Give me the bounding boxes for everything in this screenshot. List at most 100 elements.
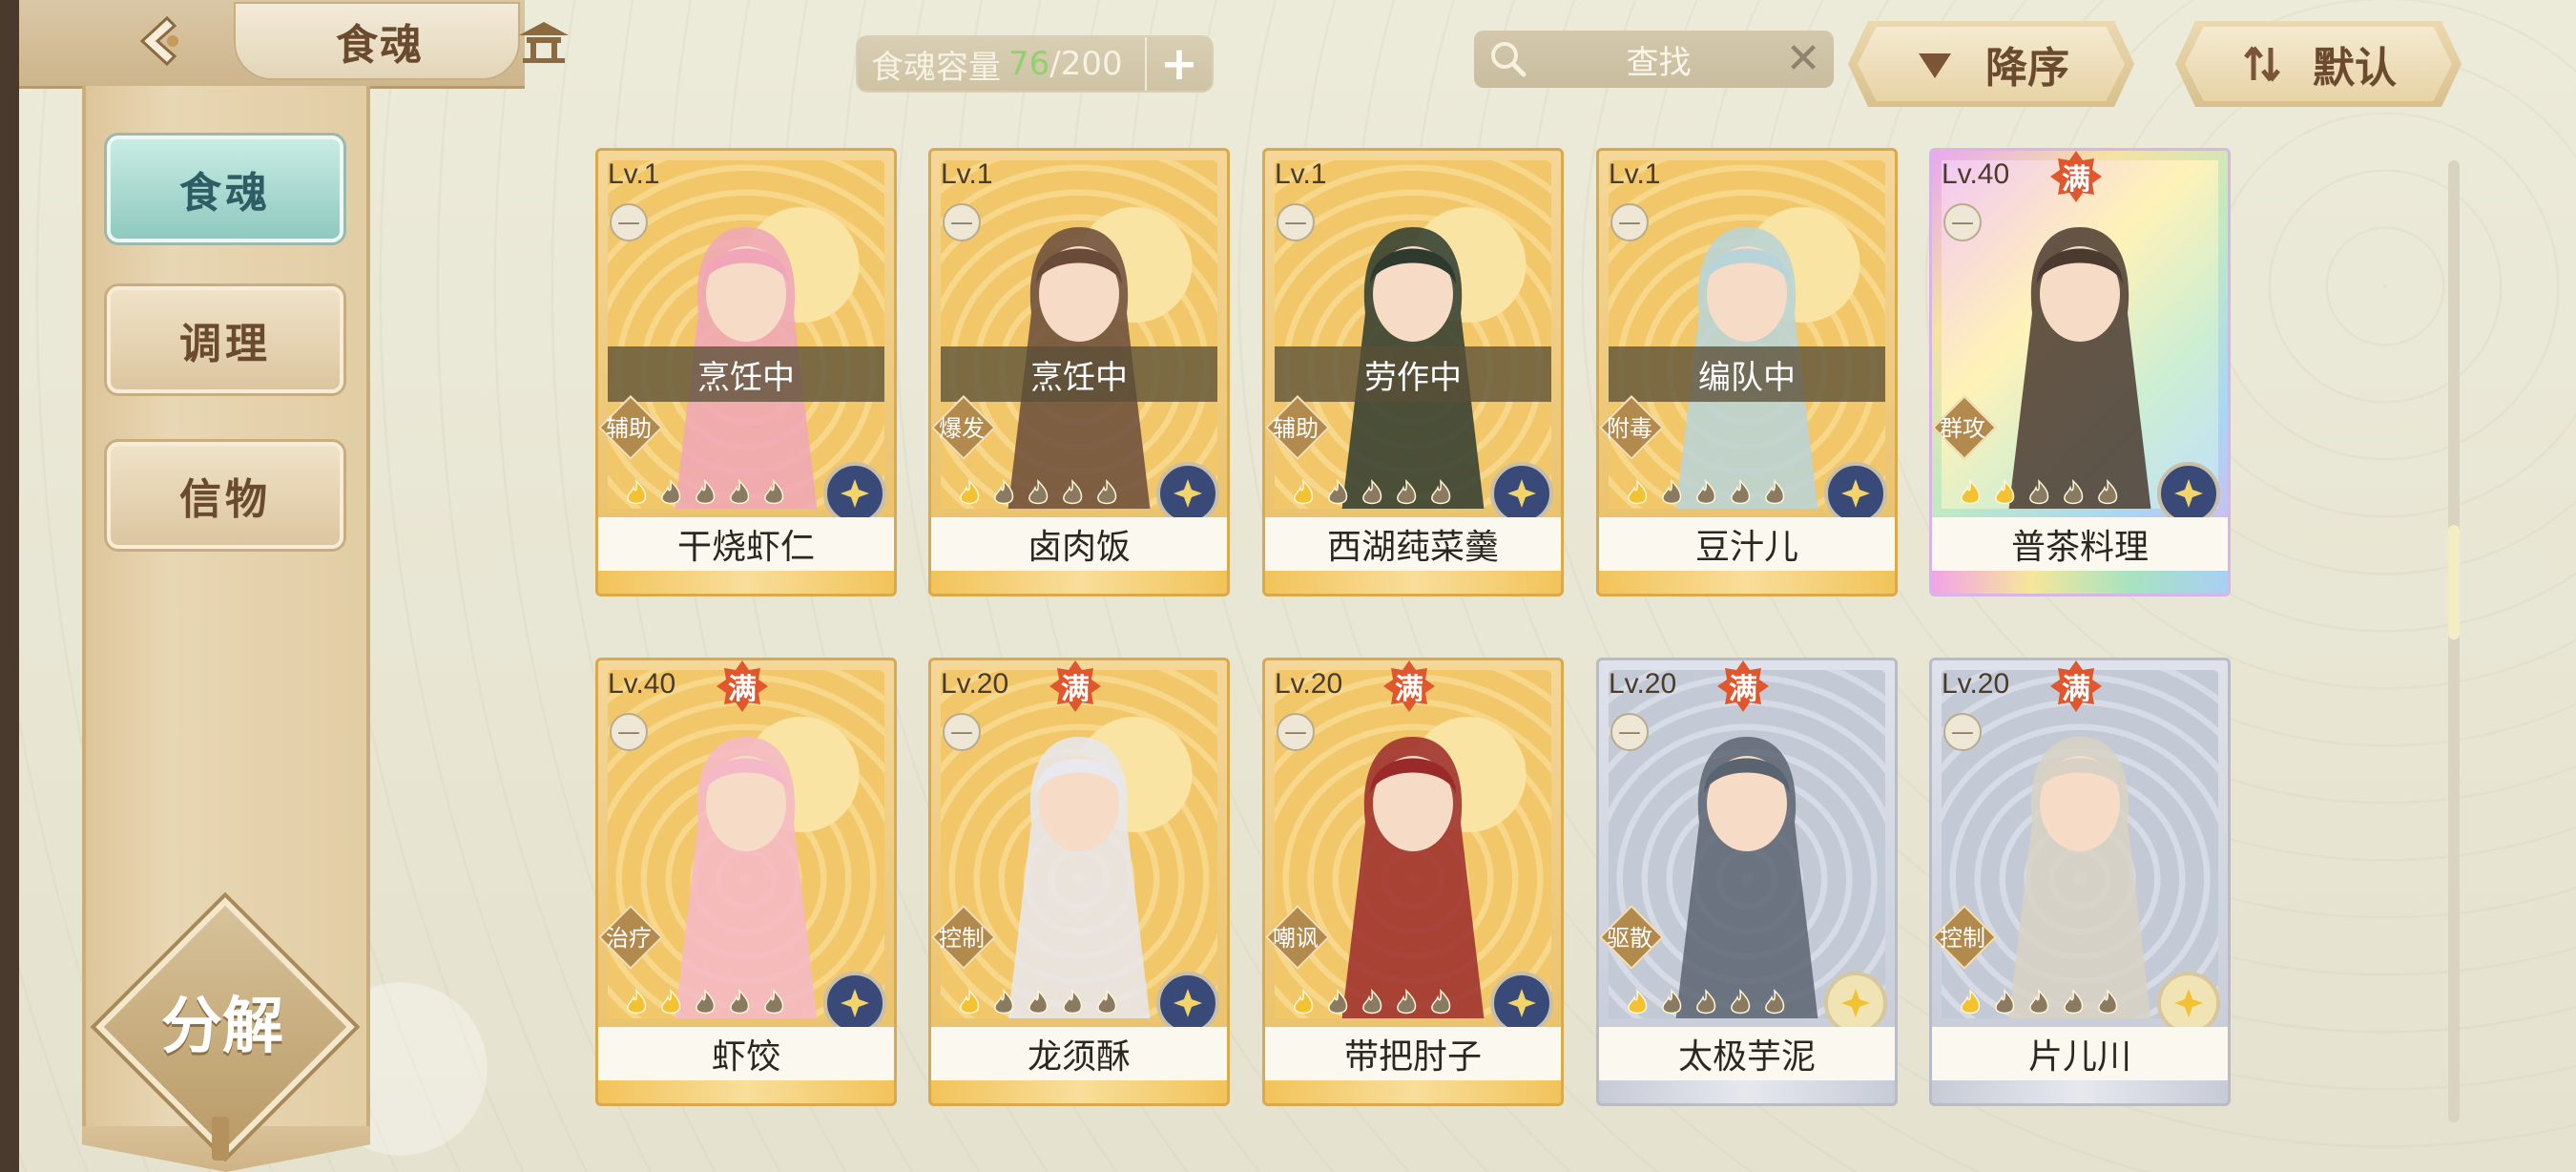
role-badge: 辅助 [1265, 395, 1330, 460]
character-portrait [1609, 160, 1885, 509]
level-label: Lv.40 [1942, 158, 2010, 190]
flame-dim-icon [994, 989, 1014, 1015]
role-badge: 群攻 [1932, 395, 1997, 460]
food-soul-card[interactable]: Lv.20 满 — 控制 龙须酥 [928, 658, 1230, 1106]
home-button[interactable] [506, 13, 582, 71]
pavilion-icon [519, 22, 569, 63]
character-portrait [1942, 160, 2218, 509]
role-label: 驱散 [1607, 924, 1652, 952]
decompose-button[interactable]: 分解 [134, 978, 311, 1064]
level-label: Lv.40 [608, 668, 676, 700]
rarity-flames [955, 985, 1165, 1019]
title-plate: 食魂 [234, 2, 520, 80]
level-label: Lv.20 [941, 668, 1009, 700]
equip-slot-icon: — [1943, 203, 1982, 241]
flame-dim-icon [2064, 479, 2084, 505]
flame-dim-icon [1662, 989, 1682, 1015]
food-soul-card[interactable]: Lv.40 满 — 群攻 普茶料理 [1929, 148, 2231, 596]
rarity-flames [1956, 475, 2166, 510]
max-badge-label: 满 [1729, 673, 1757, 706]
level-label: Lv.20 [1275, 668, 1343, 700]
food-soul-name: 带把肘子 [1265, 1027, 1561, 1080]
capacity-display: 食魂容量 76 / 200 + [856, 35, 1214, 93]
food-soul-card[interactable]: Lv.20 满 — 控制 片儿川 [1929, 658, 2231, 1106]
food-soul-card[interactable]: Lv.1 — 烹饪中 辅助 干烧虾仁 [595, 148, 897, 596]
flame-dim-icon [1028, 989, 1049, 1015]
search-input[interactable]: 查找 [1541, 36, 1776, 83]
food-soul-card[interactable]: Lv.1 — 编队中 附毒 豆汁儿 [1596, 148, 1898, 596]
rarity-flames [622, 475, 832, 510]
equip-slot-icon: — [610, 203, 648, 241]
flame-dim-icon [994, 479, 1014, 505]
element-emblem-icon [823, 462, 886, 525]
role-label: 控制 [939, 924, 985, 952]
element-emblem-icon [1490, 972, 1553, 1035]
back-button[interactable] [124, 11, 200, 71]
flame-dim-icon [1397, 989, 1417, 1015]
food-soul-card[interactable]: Lv.1 — 烹饪中 爆发 卤肉饭 [928, 148, 1230, 596]
status-banner: 烹饪中 [608, 346, 884, 402]
flame-dim-icon [2098, 989, 2118, 1015]
flame-dim-icon [764, 479, 784, 505]
character-portrait [1275, 670, 1551, 1018]
flame-dim-icon [1696, 479, 1716, 505]
character-portrait [1275, 160, 1551, 509]
role-label: 控制 [1940, 924, 1985, 952]
status-banner: 劳作中 [1275, 346, 1551, 402]
food-soul-name: 片儿川 [1932, 1027, 2228, 1080]
element-emblem-icon [1156, 972, 1219, 1035]
food-soul-name: 普茶料理 [1932, 517, 2228, 571]
flame-lit-icon [1961, 989, 1981, 1015]
character-figure [2008, 737, 2151, 1018]
flame-dim-icon [1362, 989, 1382, 1015]
game-screen: 食魂 食魂容量 76 / 200 + 查找 ✕ 降序 默认 食魂 调理 信物 分… [0, 0, 2576, 1172]
triangle-down-icon [1919, 53, 1951, 78]
character-figure [675, 737, 818, 1018]
card-bottom-stripe [1599, 571, 1895, 594]
search-clear-button[interactable]: ✕ [1782, 34, 1824, 83]
capacity-add-button[interactable]: + [1145, 37, 1212, 91]
equip-slot-icon: — [1943, 713, 1982, 751]
card-bottom-stripe [598, 1080, 894, 1103]
level-label: Lv.20 [1942, 668, 2010, 700]
card-bottom-stripe [931, 1080, 1227, 1103]
element-emblem-icon [2157, 462, 2220, 525]
flame-lit-icon [1995, 479, 2015, 505]
role-label: 辅助 [1273, 414, 1319, 442]
flame-dim-icon [696, 989, 716, 1015]
flame-dim-icon [1731, 479, 1751, 505]
scrollbar-thumb[interactable] [2448, 525, 2460, 639]
search-box[interactable]: 查找 ✕ [1474, 31, 1834, 88]
equip-slot-icon: — [1610, 203, 1649, 241]
capacity-current: 76 [1008, 45, 1050, 83]
sidebar-item-tokens[interactable]: 信物 [107, 442, 343, 549]
card-bottom-stripe [1932, 571, 2228, 594]
sidebar-item-conditioning[interactable]: 调理 [107, 286, 343, 393]
equip-slot-icon: — [943, 203, 981, 241]
level-label: Lv.1 [1609, 158, 1661, 190]
flame-dim-icon [1431, 479, 1451, 505]
food-soul-name: 豆汁儿 [1599, 517, 1895, 571]
flame-lit-icon [1961, 479, 1981, 505]
character-portrait [608, 160, 884, 509]
flame-dim-icon [1362, 479, 1382, 505]
scrollbar-track[interactable] [2448, 160, 2460, 1122]
role-label: 治疗 [606, 924, 652, 952]
sidebar-item-food-souls[interactable]: 食魂 [107, 136, 343, 242]
equip-slot-icon: — [1277, 203, 1315, 241]
food-soul-card[interactable]: Lv.1 — 劳作中 辅助 西湖莼菜羹 [1262, 148, 1564, 596]
equip-slot-icon: — [610, 713, 648, 751]
sort-order-button[interactable]: 降序 [1848, 21, 2134, 107]
character-figure [1008, 737, 1151, 1018]
flame-dim-icon [1696, 989, 1716, 1015]
card-bottom-stripe [598, 571, 894, 594]
sort-mode-button[interactable]: 默认 [2175, 21, 2462, 107]
flame-dim-icon [2064, 989, 2084, 1015]
food-soul-card[interactable]: Lv.20 满 — 嘲讽 带把肘子 [1262, 658, 1564, 1106]
flame-dim-icon [730, 989, 750, 1015]
role-badge: 驱散 [1599, 905, 1664, 970]
flame-dim-icon [1097, 479, 1117, 505]
food-soul-card[interactable]: Lv.40 满 — 治疗 虾饺 [595, 658, 897, 1106]
back-arrow-icon [139, 15, 178, 67]
food-soul-card[interactable]: Lv.20 满 — 驱散 太极芋泥 [1596, 658, 1898, 1106]
